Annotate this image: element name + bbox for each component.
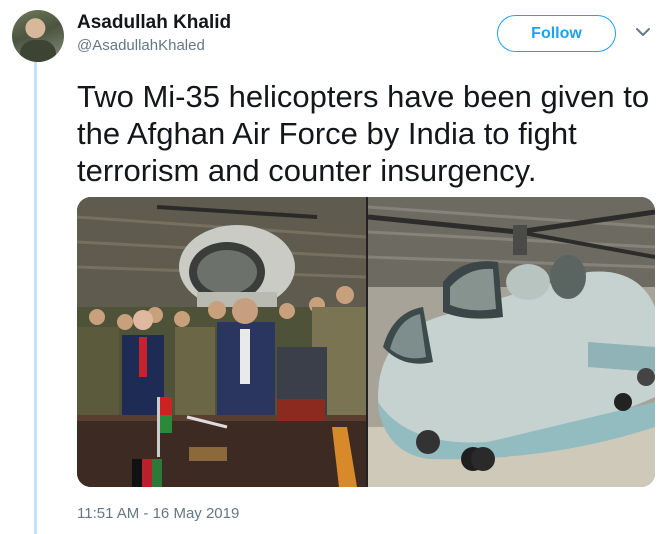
helicopter-image (368, 197, 655, 487)
photo-mi35-helicopter[interactable] (368, 197, 655, 487)
photo-signing-ceremony[interactable] (77, 197, 366, 487)
avatar[interactable] (12, 10, 64, 62)
tweet-timestamp[interactable]: 11:51 AM - 16 May 2019 (77, 505, 239, 522)
chevron-down-icon[interactable] (635, 24, 651, 40)
signing-ceremony-image (77, 197, 366, 487)
tweet-text: Two Mi-35 helicopters have been given to… (77, 79, 650, 188)
author-name[interactable]: Asadullah Khalid (77, 12, 231, 34)
author-handle[interactable]: @AsadullahKhaled (77, 37, 205, 54)
follow-button[interactable]: Follow (497, 15, 616, 52)
tweet-media[interactable] (77, 197, 655, 487)
thread-line (34, 62, 37, 534)
